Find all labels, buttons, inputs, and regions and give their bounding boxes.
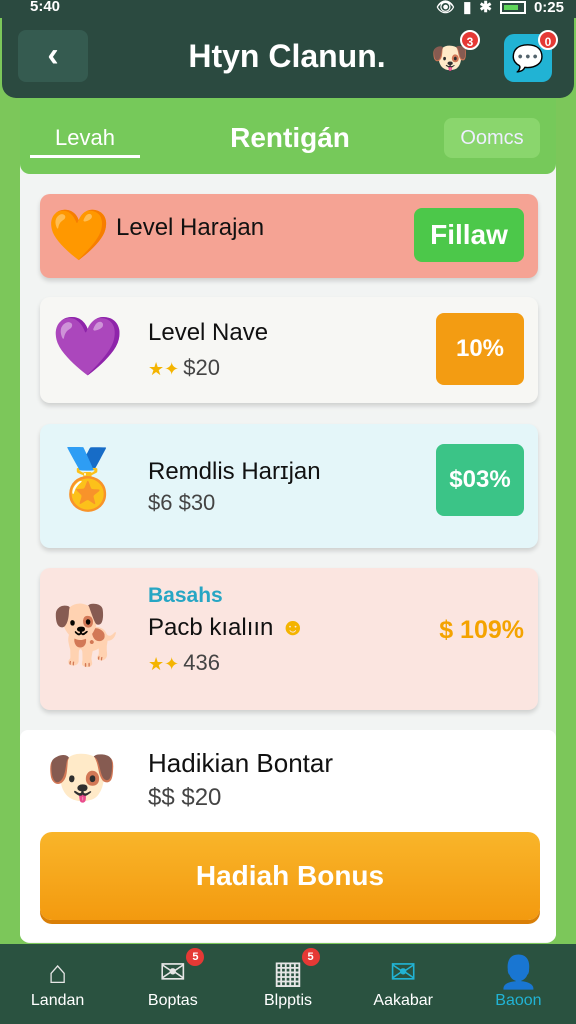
nav-label: Blpptis [263, 992, 313, 1009]
percent-pill[interactable]: $03% [436, 444, 524, 516]
bonus-panel: 🐶 Hadikian Bontar $$ $20 Hadiah Bonus [20, 730, 556, 942]
battery-icon [499, 0, 526, 14]
status-right-time: 0:25 [533, 0, 564, 16]
back-button[interactable]: ‹ [18, 30, 88, 82]
profile-icon: 👤 [498, 954, 539, 990]
chat-badge: 0 [538, 30, 558, 50]
tab-oomcs[interactable]: Oomcs [444, 118, 540, 158]
nav-item-landan[interactable]: ⌂ Landan [0, 944, 115, 1024]
nav-item-aakabar[interactable]: ✉ Aakabar [346, 944, 461, 1024]
dog-icon: 🐶 [45, 745, 119, 810]
percent-text: $ 109% [439, 616, 524, 644]
inbox-icon: ▦ [272, 954, 304, 990]
level-card-1[interactable]: 🧡 Level Harajan Fillaw [40, 194, 538, 278]
wifi-icon: ✱ [479, 0, 492, 16]
bonus-title: Hadikian Bontar [148, 748, 333, 778]
star-icon: ★✦ [148, 359, 180, 379]
app-header: ‹ Htyn Clanun. 🐶 3 💬 0 [2, 18, 574, 98]
dog-icon: 🐕 [51, 603, 125, 668]
signal-icon: ▮ [463, 0, 472, 16]
card-title: Level Nave [148, 319, 269, 346]
card-title: Remdlis Harɪjan [148, 458, 321, 485]
eye-icon: 👁 [436, 0, 456, 16]
page-title: Htyn Clanun. [188, 38, 386, 74]
tab-rentigan[interactable]: Rentigán [200, 118, 380, 158]
star-icon: ★✦ [148, 654, 180, 674]
percent-pill[interactable]: 10% [436, 313, 524, 385]
nav-item-boptas[interactable]: ✉ 5 Boptas [115, 944, 230, 1024]
bonus-price: $$ $20 [148, 784, 222, 811]
status-bar: 5:40 👁 ▮ ✱ 0:25 [0, 0, 576, 18]
map-icon: ✉ [389, 954, 417, 990]
notification-badge: 3 [460, 30, 480, 50]
card-title: Pacb kıalıın ☻ [148, 614, 306, 641]
tab-levah[interactable]: Levah [30, 118, 140, 158]
status-icons: 👁 ▮ ✱ 0:25 [436, 0, 564, 16]
level-card-3[interactable]: 🏅 Remdlis Harɪjan $6 $30 $03% [40, 424, 538, 548]
card-title: Level Harajan [116, 214, 265, 241]
card-tag: Basahs [148, 584, 223, 607]
status-time: 5:40 [30, 0, 61, 15]
level-card-2[interactable]: 💜 Level Nave ★✦ $20 10% [40, 297, 538, 403]
card-price: ★✦ 436 [148, 650, 220, 675]
nav-label: Aakabar [373, 992, 433, 1009]
heart-icon: 💜 [51, 314, 125, 379]
tab-bar: Levah Rentigán Oomcs [20, 98, 556, 174]
home-icon: ⌂ [47, 954, 68, 990]
dog-avatar-button[interactable]: 🐶 3 [426, 30, 480, 82]
medal-icon: 🏅 [51, 447, 125, 512]
card-price: ★✦ $20 [148, 355, 220, 380]
chat-button[interactable]: 💬 0 [504, 30, 558, 82]
bonus-button[interactable]: Hadiah Bonus [40, 832, 540, 920]
heart-icon: 🧡 [47, 206, 111, 263]
smile-coin-icon: ☻ [280, 614, 306, 641]
chevron-left-icon: ‹ [47, 36, 59, 74]
card-price: $6 $30 [148, 490, 216, 515]
nav-item-blpptis[interactable]: ▦ 5 Blpptis [230, 944, 345, 1024]
mail-icon: ✉ [159, 954, 187, 990]
bottom-nav: ⌂ Landan ✉ 5 Boptas ▦ 5 Blpptis ✉ Aakaba… [0, 944, 576, 1024]
nav-item-baoon[interactable]: 👤 Baoon [461, 944, 576, 1024]
nav-label: Baoon [495, 992, 542, 1009]
chat-icon: 💬 [511, 42, 545, 73]
level-card-4[interactable]: 🐕 Basahs Pacb kıalıın ☻ ★✦ 436 $ 109% [40, 568, 538, 710]
nav-badge: 5 [301, 948, 320, 966]
follow-button[interactable]: Fillaw [414, 208, 524, 262]
nav-label: Landan [30, 992, 85, 1009]
nav-label: Boptas [147, 992, 198, 1009]
